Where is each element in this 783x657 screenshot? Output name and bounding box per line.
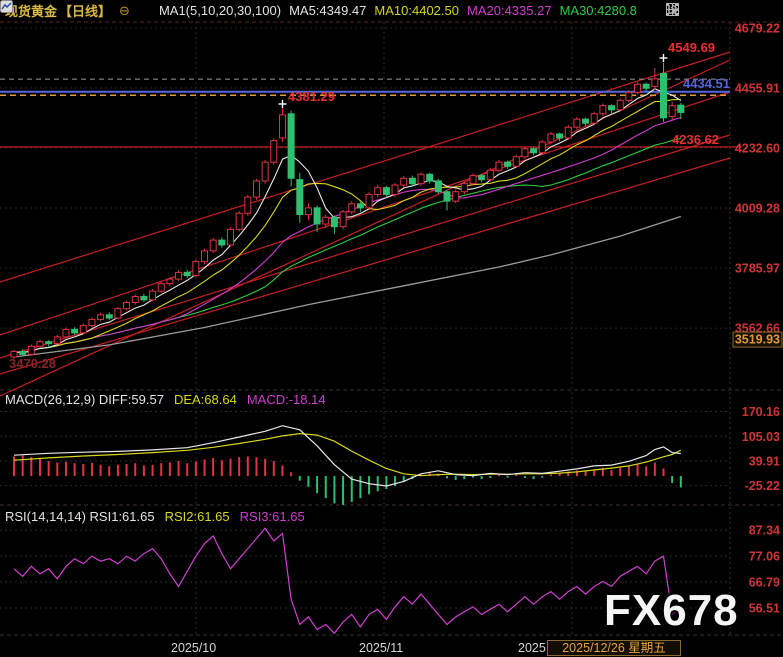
- axis-tick: 4232.60: [735, 142, 780, 156]
- ma100-line: [14, 217, 681, 358]
- x-axis-label-oct: 2025/10: [171, 641, 216, 655]
- ma10-line: [14, 100, 681, 353]
- pan-right-icon[interactable]: [714, 3, 727, 16]
- chart-app: 4381.29 4549.69 4236.62 3470.28 4434.51 4679.…: [0, 0, 783, 657]
- macd-value: MACD:-18.14: [247, 392, 326, 407]
- rsi-line: [14, 528, 681, 633]
- axis-tick: -25.22: [745, 479, 780, 493]
- axis-tick: 4455.91: [735, 82, 780, 96]
- annotation-4549.69: 4549.69: [668, 40, 715, 55]
- axis-tick: 170.16: [742, 405, 780, 419]
- chart-toolbar: [666, 3, 727, 16]
- axis-tick: 3785.97: [735, 262, 780, 276]
- axis-tick: 4009.28: [735, 202, 780, 216]
- rsi3-value: RSI3:61.65: [240, 509, 305, 524]
- time-axis-icon[interactable]: [698, 3, 711, 16]
- ma10-value: MA10:4402.50: [374, 3, 459, 18]
- price-axis-icon[interactable]: [682, 3, 695, 16]
- axis-tick: 4679.22: [735, 21, 780, 35]
- y-axis-labels: 4679.224455.914232.604009.283785.973562.…: [733, 21, 782, 615]
- macd-panel-header: MACD(26,12,9) DIFF:59.57 DEA:68.64 MACD:…: [5, 392, 326, 407]
- annotation-4381.29: 4381.29: [288, 89, 335, 104]
- macd-settings-label: MACD(26,12,9) DIFF:59.57: [5, 392, 164, 407]
- annotation-3470.28: 3470.28: [9, 356, 56, 371]
- period-label[interactable]: 【日线】: [59, 1, 111, 20]
- collapse-icon[interactable]: ⊖: [119, 4, 130, 17]
- rsi-panel-header: RSI(14,14,14) RSI1:61.65 RSI2:61.65 RSI3…: [5, 509, 305, 524]
- rsi-layer: [14, 528, 681, 633]
- macd-layer: [14, 426, 681, 505]
- axis-tick: 77.06: [749, 550, 780, 564]
- diff-line: [14, 426, 681, 486]
- svg-text:3519.93: 3519.93: [735, 333, 780, 347]
- candles-layer: [11, 63, 684, 359]
- annotation-4434.51: 4434.51: [683, 76, 730, 91]
- crosshair-date-box: 2025/12/26 星期五: [547, 640, 681, 656]
- x-axis-label-dec: 2025/12: [518, 641, 546, 655]
- dea-value: DEA:68.64: [174, 392, 237, 407]
- axis-tick: 39.91: [749, 454, 780, 468]
- axis-tick: 66.79: [749, 576, 780, 590]
- level-lines: [0, 79, 742, 147]
- ma5-value: MA5:4349.47: [289, 3, 366, 18]
- annotation-4236.62: 4236.62: [672, 132, 719, 147]
- rsi2-value: RSI2:61.65: [165, 509, 230, 524]
- price-chart-canvas[interactable]: 4381.29 4549.69 4236.62 3470.28 4434.51 4679.…: [0, 0, 783, 657]
- x-axis-label-nov: 2025/11: [359, 641, 403, 655]
- ma20-line: [14, 118, 681, 353]
- axis-tick: 105.03: [742, 430, 780, 444]
- ma30-value: MA30:4280.8: [560, 3, 637, 18]
- ma-settings-label: MA1(5,10,20,30,100): [159, 3, 281, 18]
- axis-tick: 87.34: [749, 524, 780, 538]
- gridlines: [0, 22, 730, 635]
- rsi1-label: RSI(14,14,14) RSI1:61.65: [5, 509, 155, 524]
- ma20-value: MA20:4335.27: [467, 3, 552, 18]
- dea-line: [14, 434, 681, 476]
- fx678-watermark: FX678: [604, 586, 739, 636]
- axis-tick: 56.51: [749, 602, 780, 616]
- chart-type-icon[interactable]: [138, 4, 151, 17]
